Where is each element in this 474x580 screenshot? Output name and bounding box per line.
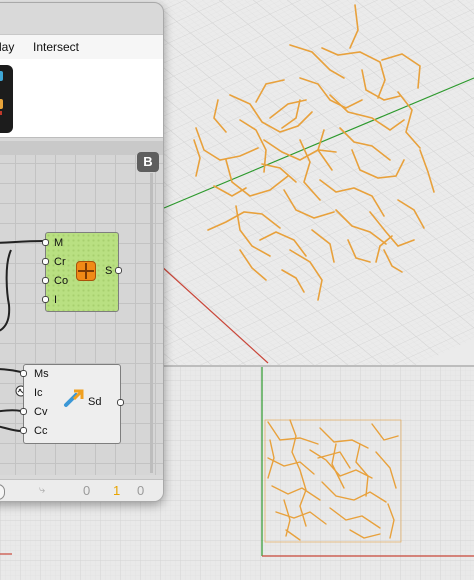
- output-port-s[interactable]: S: [105, 265, 112, 277]
- status-count-2: 0: [137, 483, 145, 498]
- gh-component-subdivide[interactable]: Ms Ic Cv Cc Sd: [23, 364, 121, 444]
- port-dot: [42, 277, 49, 284]
- port-dot: [42, 239, 49, 246]
- input-port-cv[interactable]: Cv: [34, 406, 47, 418]
- canvas-badge-b[interactable]: B: [137, 152, 159, 172]
- port-dot: [42, 296, 49, 303]
- input-port-cc[interactable]: Cc: [34, 425, 47, 437]
- split-arrow-icon: [64, 389, 84, 407]
- port-dot: [20, 370, 27, 377]
- wave-icon: ⤷: [39, 484, 46, 496]
- port-dot: [42, 258, 49, 265]
- port-dot: [20, 427, 27, 434]
- menu-item-display[interactable]: lay: [0, 40, 14, 54]
- toolbar-panel: [0, 59, 163, 138]
- port-dot: [117, 399, 124, 406]
- status-count-0: 0: [83, 483, 91, 498]
- input-port-ms[interactable]: Ms: [34, 368, 49, 380]
- port-dot: [115, 267, 122, 274]
- input-port-i[interactable]: I: [54, 294, 57, 306]
- input-port-co[interactable]: Co: [54, 275, 68, 287]
- status-toggle[interactable]: [0, 484, 5, 500]
- port-dot: [20, 408, 27, 415]
- component-tool-icon[interactable]: [0, 65, 13, 133]
- status-count-1: 1: [113, 483, 121, 498]
- status-bar: ⤷ 0 1 0: [0, 479, 163, 501]
- canvas-scrollbar[interactable]: [150, 173, 153, 473]
- menu-item-intersect[interactable]: Intersect: [33, 40, 79, 54]
- input-port-ic[interactable]: Ic: [34, 387, 43, 399]
- menu-bar: lay Intersect: [0, 34, 163, 60]
- gh-component-surface[interactable]: M Cr Co I S: [45, 232, 119, 312]
- input-port-m[interactable]: M: [54, 237, 63, 249]
- gh-canvas[interactable]: M Cr Co I S Ms Ic Cv Cc Sd: [0, 155, 163, 475]
- output-port-sd[interactable]: Sd: [88, 396, 101, 408]
- orange-grid-icon: [76, 261, 96, 281]
- grasshopper-window[interactable]: lay Intersect M Cr Co I S Ms Ic Cv Cc Sd…: [0, 2, 164, 502]
- input-port-cr[interactable]: Cr: [54, 256, 66, 268]
